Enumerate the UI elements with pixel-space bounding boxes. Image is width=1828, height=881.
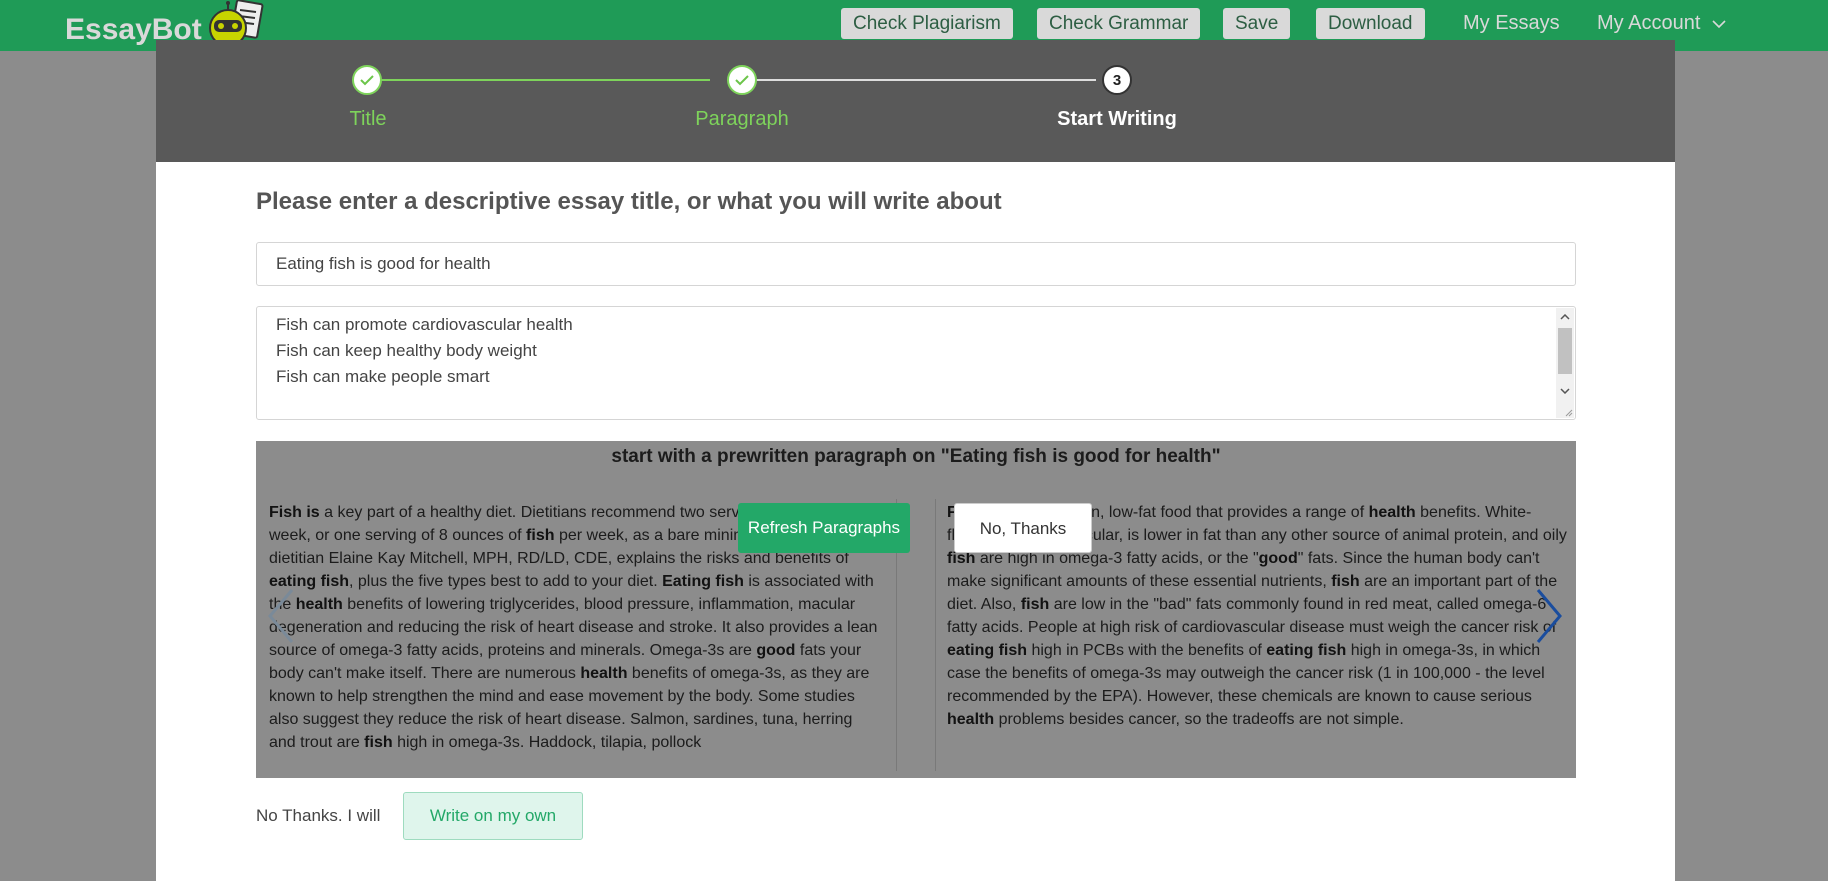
stepper-connector bbox=[368, 79, 710, 81]
outline-line: Fish can keep healthy body weight bbox=[276, 341, 537, 360]
check-icon bbox=[360, 75, 374, 86]
step-1-circle[interactable] bbox=[352, 65, 382, 95]
check-grammar-button[interactable]: Check Grammar bbox=[1037, 8, 1201, 39]
prewritten-paragraph-panel: start with a prewritten paragraph on "Ea… bbox=[256, 441, 1576, 778]
scroll-down-icon[interactable] bbox=[1556, 382, 1574, 400]
outline-textarea[interactable]: Fish can promote cardiovascular health F… bbox=[256, 306, 1576, 420]
save-button[interactable]: Save bbox=[1223, 8, 1291, 39]
download-button[interactable]: Download bbox=[1316, 8, 1425, 39]
check-plagiarism-button[interactable]: Check Plagiarism bbox=[841, 8, 1013, 39]
progress-stepper: Title Paragraph 3 Start Writing bbox=[156, 40, 1675, 162]
essay-setup-modal: Title Paragraph 3 Start Writing Please e… bbox=[156, 40, 1675, 881]
outline-line: Fish can make people smart bbox=[276, 367, 490, 386]
my-account-label: My Account bbox=[1597, 12, 1701, 34]
step-3-label: Start Writing bbox=[1057, 108, 1177, 130]
stepper-connector bbox=[742, 79, 1096, 81]
step-2-label[interactable]: Paragraph bbox=[695, 108, 788, 131]
outline-line: Fish can promote cardiovascular health bbox=[276, 315, 573, 334]
essay-title-input[interactable]: Eating fish is good for health bbox=[256, 242, 1576, 286]
step-2-circle[interactable] bbox=[727, 65, 757, 95]
my-essays-link[interactable]: My Essays bbox=[1463, 8, 1560, 39]
my-account-menu[interactable]: My Account bbox=[1597, 8, 1726, 39]
resize-grip-icon[interactable] bbox=[1563, 407, 1573, 417]
scrollbar-thumb[interactable] bbox=[1558, 328, 1572, 374]
outline-scrollbar[interactable] bbox=[1556, 308, 1574, 418]
refresh-paragraphs-button[interactable]: Refresh Paragraphs bbox=[738, 503, 910, 553]
check-icon bbox=[735, 75, 749, 86]
chevron-right-icon[interactable] bbox=[1534, 586, 1564, 646]
write-on-my-own-button[interactable]: Write on my own bbox=[403, 792, 583, 840]
no-thanks-button[interactable]: No, Thanks bbox=[954, 503, 1092, 553]
step-3-circle: 3 bbox=[1102, 65, 1132, 95]
chevron-left-icon[interactable] bbox=[266, 586, 296, 646]
panel-overlay bbox=[256, 441, 1576, 778]
scroll-up-icon[interactable] bbox=[1556, 308, 1574, 326]
chevron-down-icon bbox=[1712, 20, 1726, 28]
page-title: Please enter a descriptive essay title, … bbox=[256, 188, 1002, 215]
step-1-label[interactable]: Title bbox=[349, 108, 386, 131]
write-own-label: No Thanks. I will bbox=[256, 806, 381, 825]
